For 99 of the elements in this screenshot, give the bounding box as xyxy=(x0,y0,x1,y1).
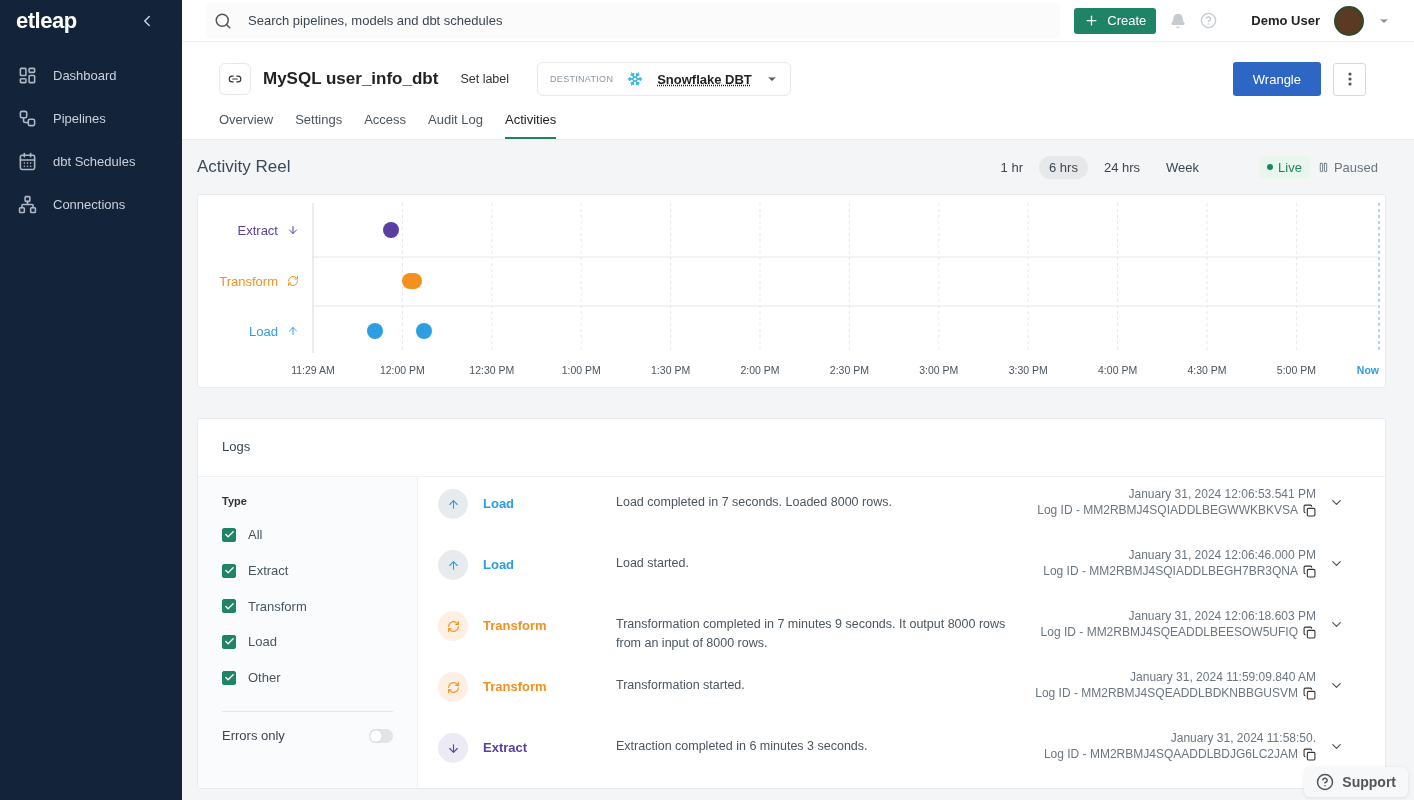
axis-label: 4:00 PM xyxy=(1098,364,1138,376)
checkbox[interactable] xyxy=(222,634,236,649)
range-option[interactable]: 1 hr xyxy=(990,155,1033,179)
log-message: Load completed in 7 seconds. Loaded 8000 rows. xyxy=(616,494,893,511)
axis-label: 4:30 PM xyxy=(1187,364,1227,376)
log-time: January 31, 2024 11:58:50. xyxy=(1170,731,1316,745)
row-label: Transform xyxy=(219,274,278,289)
user-name[interactable]: Demo User xyxy=(1251,13,1320,28)
axis-label: 2:30 PM xyxy=(829,364,869,376)
axis-label: 12:00 PM xyxy=(379,364,425,376)
pause-toggle[interactable]: Paused xyxy=(1309,155,1386,179)
checkbox-label: Load xyxy=(248,634,277,650)
tab[interactable]: Settings xyxy=(295,104,343,139)
workflow-icon xyxy=(18,109,37,128)
support-button[interactable]: Support xyxy=(1304,767,1408,797)
destination-value[interactable]: Snowflake DBT xyxy=(657,71,752,87)
pipeline-title: MySQL user_info_dbt xyxy=(263,69,439,89)
refresh-icon xyxy=(288,276,298,286)
set-label-link[interactable]: Set label xyxy=(460,72,510,86)
errors-only-switch[interactable] xyxy=(369,728,393,743)
tab[interactable]: Activities xyxy=(505,104,557,139)
errors-only-label: Errors only xyxy=(222,728,285,744)
network-icon xyxy=(18,195,37,214)
destination-label: DESTINATION xyxy=(550,74,614,84)
checkbox-label: Transform xyxy=(248,598,307,614)
log-type[interactable]: Extract xyxy=(483,740,603,755)
copy-icon[interactable] xyxy=(1303,625,1316,639)
checkbox-label: Extract xyxy=(248,563,289,579)
tab[interactable]: Overview xyxy=(219,104,274,139)
arrow-up-icon xyxy=(438,489,468,519)
axis-label: 12:30 PM xyxy=(469,364,515,376)
pause-icon xyxy=(1317,161,1329,173)
axis-label: 5:00 PM xyxy=(1276,364,1316,376)
search-field[interactable]: Search pipelines, models and dbt schedules xyxy=(206,2,1061,39)
checkbox[interactable] xyxy=(222,527,236,542)
axis-label: 1:30 PM xyxy=(651,364,691,376)
log-id: Log ID - MM2RBMJ4SQEADDLBDKNBBGUSVM xyxy=(1035,686,1298,700)
search-icon xyxy=(214,11,232,30)
copy-icon[interactable] xyxy=(1303,564,1316,578)
wrangle-button[interactable]: Wrangle xyxy=(1232,62,1321,96)
sidebar-item[interactable]: dbt Schedules xyxy=(0,140,182,183)
grid-icon xyxy=(18,66,37,85)
sidebar-item[interactable]: Connections xyxy=(0,183,182,226)
log-id: Log ID - MM2RBMJ4SQEADDLBEESOW5UFIQ xyxy=(1040,625,1298,639)
sidebar-item[interactable]: Pipelines xyxy=(0,97,182,140)
log-time: January 31, 2024 12:06:53.541 PM xyxy=(1128,487,1316,501)
plus-icon xyxy=(1084,13,1100,28)
row-label: Load xyxy=(249,324,278,339)
arrow-up-icon xyxy=(438,550,468,580)
search-input[interactable]: Search pipelines, models and dbt schedules xyxy=(246,12,1053,29)
copy-icon[interactable] xyxy=(1303,747,1316,761)
log-time: January 31, 2024 12:06:18.603 PM xyxy=(1128,609,1316,623)
log-id: Log ID - MM2RBMJ4SQAADDLBDJG6LC2JAM xyxy=(1043,747,1298,761)
arrow-up-icon xyxy=(289,327,297,335)
tab[interactable]: Access xyxy=(364,104,407,139)
live-toggle[interactable]: Live xyxy=(1259,155,1310,179)
checkbox-label: All xyxy=(248,527,263,543)
log-time: January 31, 2024 12:06:46.000 PM xyxy=(1128,548,1316,562)
avatar[interactable] xyxy=(1334,5,1364,36)
log-id: Log ID - MM2RBMJ4SQIADDLBEGH7BR3QNA xyxy=(1043,564,1298,578)
refresh-icon xyxy=(438,672,468,702)
range-option[interactable]: Week xyxy=(1156,155,1210,179)
help-icon xyxy=(1316,773,1335,791)
calendar-icon xyxy=(18,152,37,171)
logs-title: Logs xyxy=(222,439,251,454)
arrow-down-icon xyxy=(438,733,468,763)
logo[interactable]: etleap xyxy=(16,8,77,34)
snowflake-icon xyxy=(627,71,644,87)
axis-label: 11:29 AM xyxy=(291,364,335,376)
filter-title: Type xyxy=(222,495,248,507)
row-label: Extract xyxy=(237,223,278,238)
create-button[interactable]: Create xyxy=(1074,7,1157,34)
link-icon xyxy=(219,63,251,95)
log-time: January 31, 2024 11:59:09.840 AM xyxy=(1130,670,1316,684)
axis-label: 2:00 PM xyxy=(740,364,780,376)
refresh-icon xyxy=(438,611,468,641)
now-label: Now xyxy=(1356,364,1379,376)
more-icon xyxy=(1347,72,1352,86)
arrow-down-icon xyxy=(289,226,297,234)
checkbox[interactable] xyxy=(222,599,236,614)
log-message: Transformation completed in 7 minutes 9 seconds. It output 8000 rows from an input of 8000 rows. xyxy=(616,616,1006,652)
axis-label: 3:30 PM xyxy=(1008,364,1048,376)
checkbox[interactable] xyxy=(222,563,236,578)
range-option[interactable]: 6 hrs xyxy=(1039,155,1088,179)
log-message: Load started. xyxy=(616,555,690,572)
range-option[interactable]: 24 hrs xyxy=(1093,155,1151,179)
checkbox-label: Other xyxy=(248,670,281,686)
tab[interactable]: Audit Log xyxy=(428,104,483,139)
log-message: Transformation started. xyxy=(616,677,746,694)
log-id: Log ID - MM2RBMJ4SQIADDLBEGWWKBKVSA xyxy=(1037,503,1298,517)
log-message: Extraction completed in 6 minutes 3 seconds. xyxy=(616,738,869,755)
section-title: Activity Reel xyxy=(197,157,291,177)
copy-icon[interactable] xyxy=(1303,686,1316,700)
axis-label: 1:00 PM xyxy=(561,364,601,376)
axis-label: 3:00 PM xyxy=(919,364,959,376)
checkbox[interactable] xyxy=(222,670,236,685)
destination-selector[interactable]: DESTINATION Snowflake DBT xyxy=(537,62,791,96)
sidebar-item[interactable]: Dashboard xyxy=(0,54,182,97)
copy-icon[interactable] xyxy=(1303,503,1316,517)
